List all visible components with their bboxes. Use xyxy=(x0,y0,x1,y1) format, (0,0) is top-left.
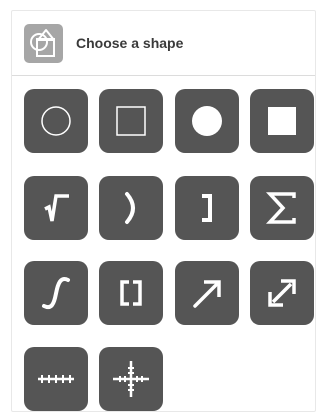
arrow-button[interactable] xyxy=(175,261,239,325)
bracket-icon xyxy=(202,194,212,222)
circle-filled-button[interactable] xyxy=(175,89,239,153)
axes-icon xyxy=(113,361,149,397)
square-brackets-button[interactable] xyxy=(99,261,163,325)
circle-filled-icon xyxy=(192,106,222,136)
number-line-button[interactable] xyxy=(24,347,88,411)
shapes-icon xyxy=(24,24,63,63)
square-outline-icon xyxy=(116,106,146,136)
panel-header: Choose a shape xyxy=(12,11,315,76)
number-line-icon xyxy=(38,375,74,383)
axes-button[interactable] xyxy=(99,347,163,411)
square-root-icon xyxy=(44,194,69,222)
circle-outline-icon xyxy=(41,106,71,136)
double-arrow-button[interactable] xyxy=(250,261,314,325)
sigma-button[interactable] xyxy=(250,176,314,240)
panel-title: Choose a shape xyxy=(76,35,184,51)
bracket-button[interactable] xyxy=(175,176,239,240)
square-filled-button[interactable] xyxy=(250,89,314,153)
square-root-button[interactable] xyxy=(24,176,88,240)
shape-chooser-panel: Choose a shape xyxy=(11,10,316,412)
integral-icon xyxy=(42,277,70,310)
square-filled-icon xyxy=(268,107,296,135)
double-arrow-icon xyxy=(268,279,296,307)
integral-button[interactable] xyxy=(24,261,88,325)
parenthesis-icon xyxy=(125,192,135,224)
arrow-icon xyxy=(193,280,221,308)
square-outline-button[interactable] xyxy=(99,89,163,153)
square-brackets-icon xyxy=(120,280,142,306)
sigma-icon xyxy=(265,192,296,224)
circle-outline-button[interactable] xyxy=(24,89,88,153)
parenthesis-button[interactable] xyxy=(99,176,163,240)
